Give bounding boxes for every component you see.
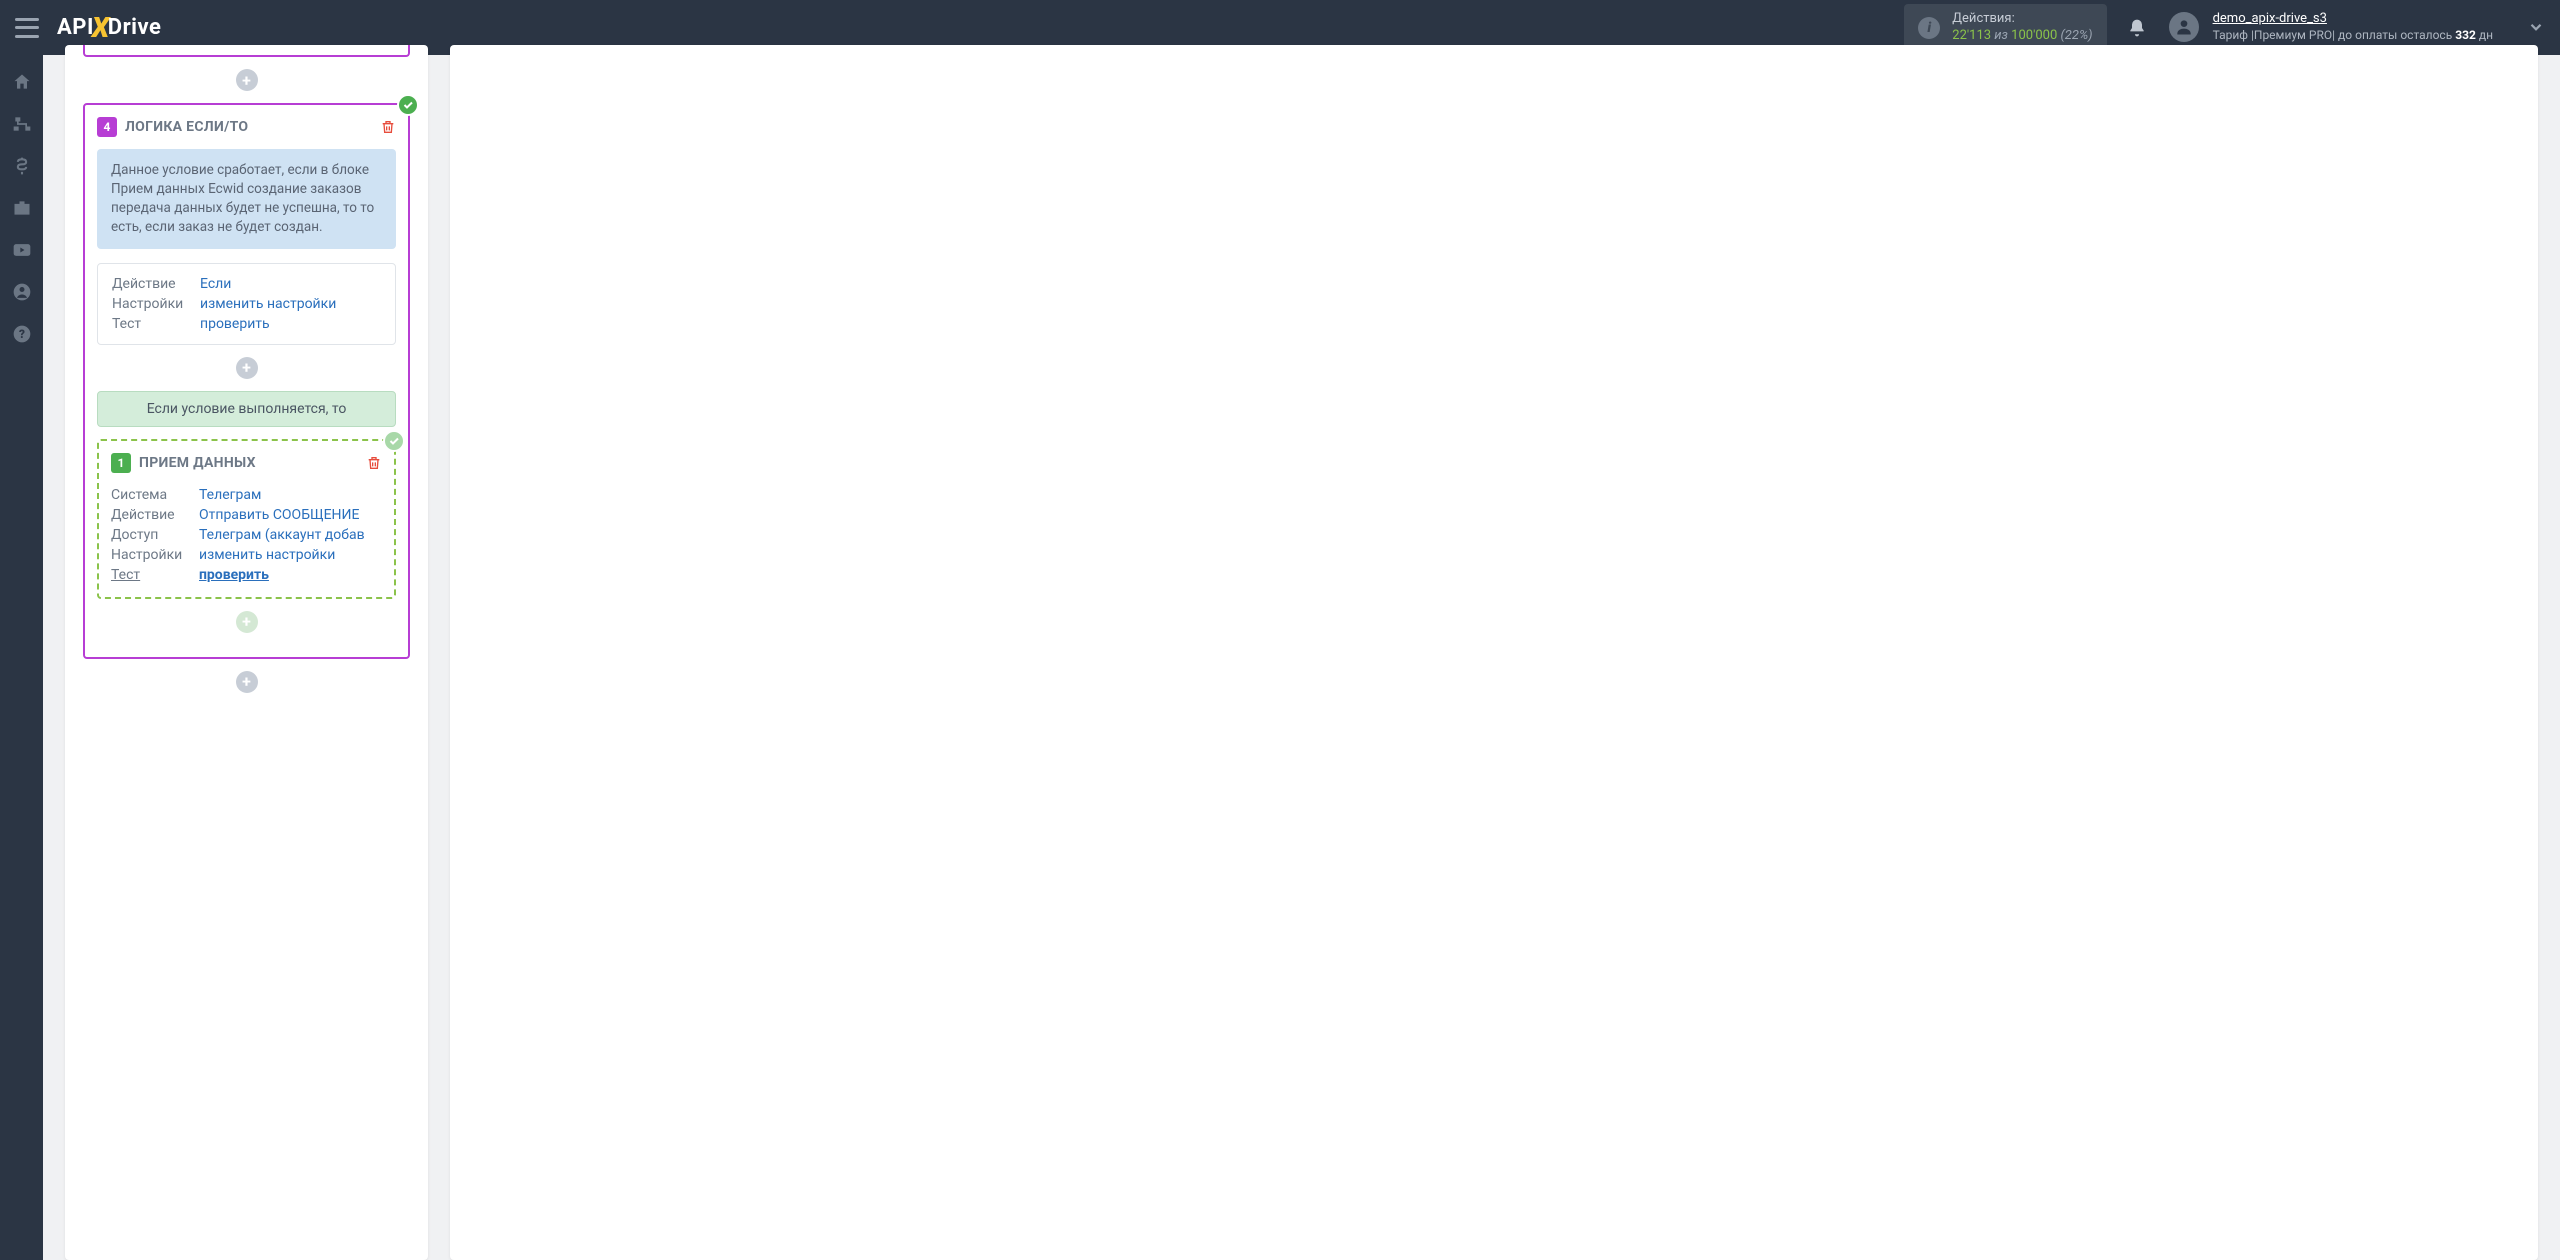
- sidebar-briefcase[interactable]: [0, 187, 43, 229]
- status-check-icon: [397, 94, 419, 116]
- row-action: Действие Отправить СООБЩЕНИЕ: [111, 505, 382, 525]
- sidebar-youtube[interactable]: [0, 229, 43, 271]
- chevron-down-icon[interactable]: [2527, 18, 2545, 36]
- add-step-button[interactable]: +: [236, 69, 258, 91]
- step-title: ЛОГИКА ЕСЛИ/ТО: [125, 119, 248, 135]
- condition-true-bar: Если условие выполняется, то: [97, 391, 396, 427]
- step-title: ПРИЕМ ДАННЫХ: [139, 455, 256, 471]
- row-test: Тест проверить: [112, 314, 381, 334]
- user-name: demo_apix-drive_s3: [2213, 11, 2493, 28]
- logo[interactable]: APIXDrive: [57, 11, 161, 44]
- logo-drive: Drive: [108, 15, 162, 40]
- action-link[interactable]: Отправить СООБЩЕНИЕ: [199, 507, 359, 523]
- access-link[interactable]: Телеграм (аккаунт добав: [199, 527, 365, 543]
- sidebar-connections[interactable]: [0, 103, 43, 145]
- bell-icon[interactable]: [2127, 18, 2147, 38]
- add-inner-step-button[interactable]: +: [236, 357, 258, 379]
- step-number: 1: [111, 453, 131, 473]
- sidebar-profile[interactable]: [0, 271, 43, 313]
- row-system: Система Телеграм: [111, 485, 382, 505]
- test-link[interactable]: проверить: [200, 316, 270, 332]
- add-inner-step-button[interactable]: +: [236, 611, 258, 633]
- user-tariff: Тариф |Премиум PRO| до оплаты осталось 3…: [2213, 28, 2493, 44]
- row-settings: Настройки изменить настройки: [111, 545, 382, 565]
- delete-icon[interactable]: [366, 455, 382, 471]
- info-icon: i: [1918, 17, 1940, 39]
- avatar-icon: [2169, 12, 2199, 42]
- delete-icon[interactable]: [380, 119, 396, 135]
- test-link[interactable]: проверить: [199, 567, 269, 583]
- status-check-icon: [383, 430, 405, 452]
- logic-if-block: 4 ЛОГИКА ЕСЛИ/ТО Данное условие сработае…: [83, 103, 410, 659]
- actions-label: Действия:: [1952, 11, 2092, 28]
- sidebar-home[interactable]: [0, 61, 43, 103]
- svg-text:?: ?: [19, 327, 25, 341]
- row-test: Тест проверить: [111, 565, 382, 585]
- hamburger-menu[interactable]: [15, 18, 39, 38]
- row-action: Действие Если: [112, 274, 381, 294]
- user-menu[interactable]: demo_apix-drive_s3 Тариф |Премиум PRO| д…: [2169, 11, 2545, 43]
- settings-link[interactable]: изменить настройки: [199, 547, 335, 563]
- logic-settings-box: Действие Если Настройки изменить настрой…: [97, 263, 396, 345]
- flow-panel: + 4 ЛОГИКА ЕСЛИ/ТО Данное условие сработ…: [65, 45, 428, 1260]
- actions-value: 22'113 из 100'000 (22%): [1952, 28, 2092, 45]
- sidebar-help[interactable]: ?: [0, 313, 43, 355]
- settings-link[interactable]: изменить настройки: [200, 296, 336, 312]
- main-content: + 4 ЛОГИКА ЕСЛИ/ТО Данное условие сработ…: [43, 55, 2560, 1260]
- logo-api: API: [57, 15, 94, 40]
- add-step-button[interactable]: +: [236, 671, 258, 693]
- row-settings: Настройки изменить настройки: [112, 294, 381, 314]
- sidebar: ?: [0, 55, 43, 1260]
- row-access: Доступ Телеграм (аккаунт добав: [111, 525, 382, 545]
- previous-block-edge: [83, 45, 410, 57]
- action-link[interactable]: Если: [200, 276, 231, 292]
- data-receive-block: 1 ПРИЕМ ДАННЫХ Система Телеграм Действие…: [97, 439, 396, 599]
- step-number: 4: [97, 117, 117, 137]
- sidebar-billing[interactable]: [0, 145, 43, 187]
- system-link[interactable]: Телеграм: [199, 487, 261, 503]
- logic-description: Данное условие сработает, если в блоке П…: [97, 149, 396, 249]
- detail-panel: [450, 45, 2538, 1260]
